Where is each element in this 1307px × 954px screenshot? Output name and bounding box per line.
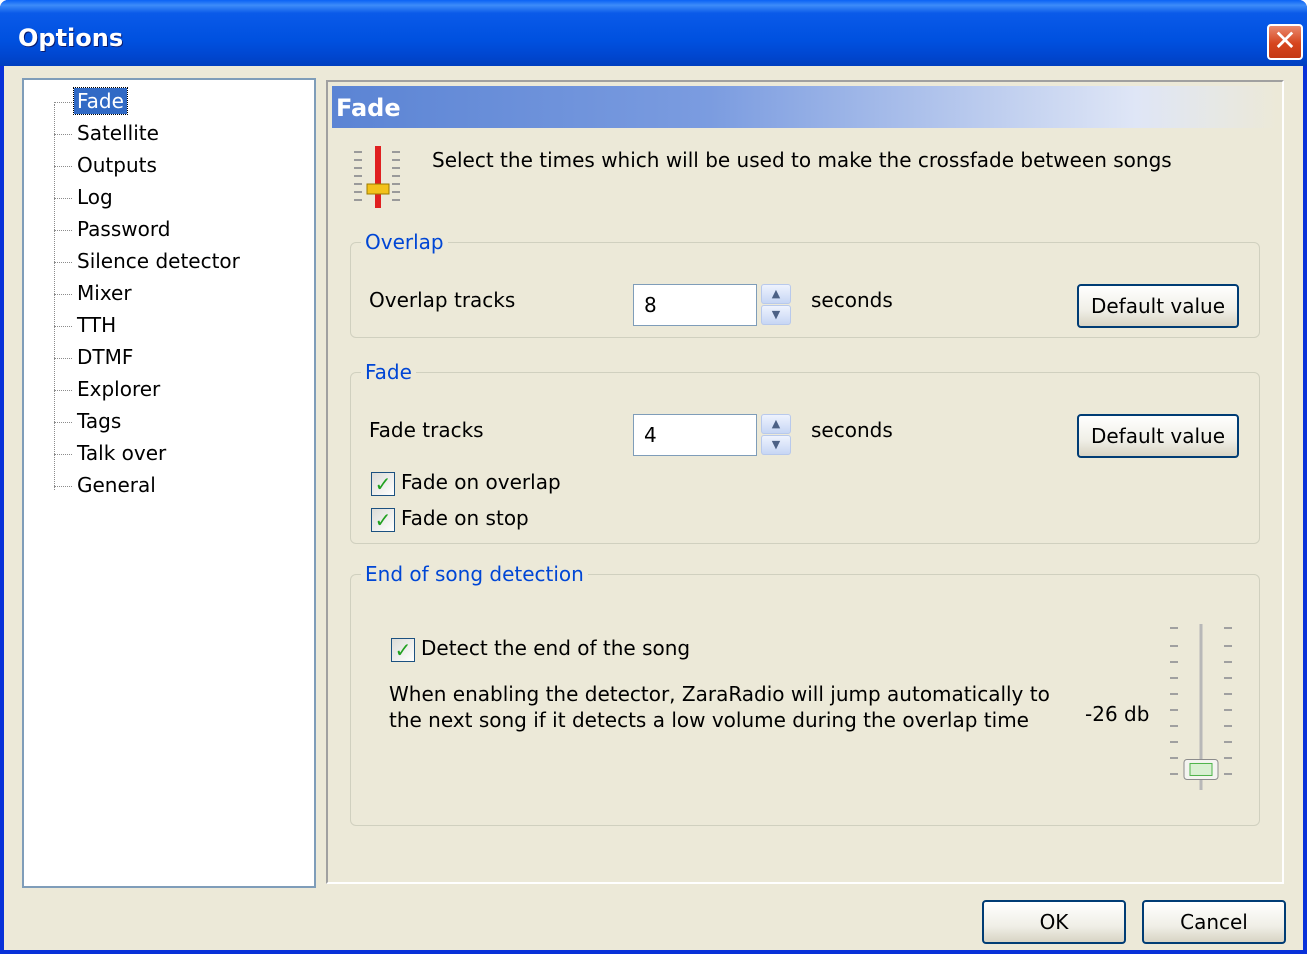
tree-item-label: Silence detector xyxy=(77,249,240,273)
close-button[interactable]: ✕ xyxy=(1267,24,1303,60)
level-readout: -26 db xyxy=(1085,702,1150,726)
overlap-seconds-input[interactable] xyxy=(633,284,757,326)
fade-default-button[interactable]: Default value xyxy=(1077,414,1239,458)
overlap-unit-label: seconds xyxy=(811,288,893,312)
tree-item-label: Log xyxy=(77,185,113,209)
window-title: Options xyxy=(18,24,124,52)
spin-down-button[interactable]: ▼ xyxy=(761,305,791,325)
detector-description-line2: the next song if it detects a low volume… xyxy=(389,708,1029,732)
end-detection-legend: End of song detection xyxy=(365,562,584,586)
fade-settings-panel: Fade Select the times which will be used… xyxy=(326,80,1284,884)
panel-title: Fade xyxy=(336,94,401,122)
tree-item-label: Mixer xyxy=(77,281,132,305)
spin-up-button[interactable]: ▲ xyxy=(761,284,791,304)
check-icon: ✓ xyxy=(371,508,395,532)
overlap-group: Overlap Overlap tracks ▲ ▼ seconds Defau… xyxy=(350,230,1260,338)
close-icon: ✕ xyxy=(1273,24,1297,57)
overlap-default-button[interactable]: Default value xyxy=(1077,284,1239,328)
slider-thumb[interactable] xyxy=(1183,758,1219,780)
detect-end-label: Detect the end of the song xyxy=(421,636,691,660)
fade-seconds-input[interactable] xyxy=(633,414,757,456)
tree-item-label: TTH xyxy=(77,313,117,337)
fader-icon xyxy=(354,146,400,208)
fade-on-overlap-label: Fade on overlap xyxy=(401,470,561,494)
overlap-tracks-label: Overlap tracks xyxy=(369,288,516,312)
tree-item-label: General xyxy=(77,473,156,497)
check-icon: ✓ xyxy=(391,638,415,662)
end-detection-group: End of song detection ✓ Detect the end o… xyxy=(350,562,1260,826)
options-tree[interactable]: Fade Satellite Outputs Log Password Sile… xyxy=(22,78,316,888)
ok-button[interactable]: OK xyxy=(982,900,1126,944)
tree-item-label: Satellite xyxy=(77,121,159,145)
tree-item-label: Outputs xyxy=(77,153,157,177)
title-bar[interactable]: Options ✕ xyxy=(0,0,1307,66)
tree-item-label: DTMF xyxy=(77,345,134,369)
overlap-spinner: ▲ ▼ xyxy=(633,284,793,326)
intro-text: Select the times which will be used to m… xyxy=(432,148,1172,172)
fade-spinner: ▲ ▼ xyxy=(633,414,793,456)
tree-item-label: Talk over xyxy=(77,441,167,465)
tree-item-label: Explorer xyxy=(77,377,161,401)
check-icon: ✓ xyxy=(371,472,395,496)
fade-tracks-label: Fade tracks xyxy=(369,418,484,442)
fade-group: Fade Fade tracks ▲ ▼ seconds Default val… xyxy=(350,360,1260,544)
overlap-legend: Overlap xyxy=(365,230,444,254)
threshold-slider[interactable] xyxy=(1166,622,1236,794)
tree-item-label: Fade xyxy=(73,87,128,115)
fade-on-stop-label: Fade on stop xyxy=(401,506,529,530)
tree-item-label: Tags xyxy=(77,409,122,433)
spin-down-button[interactable]: ▼ xyxy=(761,435,791,455)
panel-header: Fade xyxy=(332,86,1278,128)
tree-item-label: Password xyxy=(77,217,171,241)
cancel-button[interactable]: Cancel xyxy=(1142,900,1286,944)
fade-legend: Fade xyxy=(365,360,412,384)
fade-unit-label: seconds xyxy=(811,418,893,442)
tree-connector-line xyxy=(54,104,55,490)
detector-description-line1: When enabling the detector, ZaraRadio wi… xyxy=(389,682,1050,706)
spin-up-button[interactable]: ▲ xyxy=(761,414,791,434)
